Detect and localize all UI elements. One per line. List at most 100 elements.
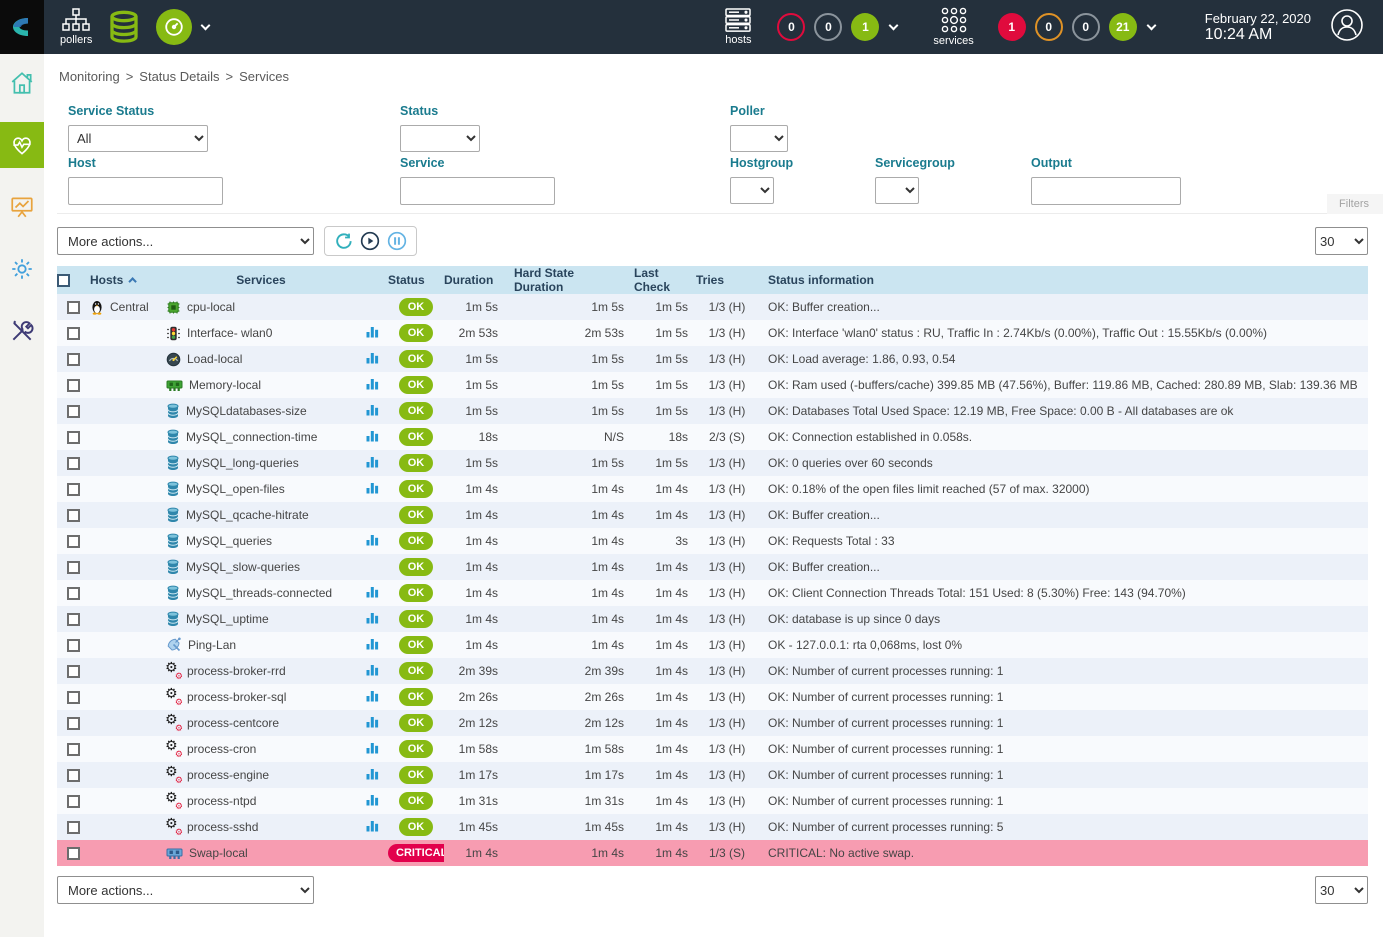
service-name[interactable]: Load-local [187,352,242,366]
graph-icon[interactable] [366,663,379,676]
user-menu-button[interactable] [1329,7,1365,48]
sidebar-item-configuration[interactable] [0,246,44,292]
services-warning-badge[interactable]: 0 [1035,13,1063,41]
row-checkbox[interactable] [67,613,80,626]
row-checkbox[interactable] [67,483,80,496]
service-name[interactable]: MySQL_threads-connected [186,586,332,600]
row-checkbox[interactable] [67,665,80,678]
service-name[interactable]: process-centcore [187,716,279,730]
per-page-select-top[interactable]: 30 [1315,227,1368,255]
row-checkbox[interactable] [67,353,80,366]
service-name[interactable]: MySQL_uptime [186,612,269,626]
poller-select[interactable] [730,125,788,152]
service-name[interactable]: MySQL_connection-time [186,430,317,444]
pause-icon[interactable] [387,231,407,251]
breadcrumb-services[interactable]: Services [239,69,289,84]
header-tries[interactable]: Tries [696,266,758,294]
row-checkbox[interactable] [67,509,80,522]
service-name[interactable]: MySQL_queries [186,534,272,548]
graph-icon[interactable] [366,689,379,702]
more-actions-select-bottom[interactable]: More actions... [57,876,314,904]
graph-icon[interactable] [366,585,379,598]
graph-icon[interactable] [366,429,379,442]
service-name[interactable]: process-broker-sql [187,690,286,704]
service-name[interactable]: MySQL_qcache-hitrate [186,508,309,522]
row-checkbox[interactable] [67,847,80,860]
services-pending-badge[interactable]: 0 [1072,13,1100,41]
select-all-checkbox[interactable] [57,274,70,287]
graph-icon[interactable] [366,611,379,624]
graph-icon[interactable] [366,377,379,390]
more-actions-select-top[interactable]: More actions... [57,227,314,255]
graph-icon[interactable] [366,481,379,494]
graph-icon[interactable] [366,793,379,806]
header-duration[interactable]: Duration [444,266,514,294]
service-name[interactable]: cpu-local [187,300,235,314]
output-input[interactable] [1031,177,1181,205]
graph-icon[interactable] [366,715,379,728]
sidebar-item-home[interactable] [0,60,44,106]
graph-icon[interactable] [366,455,379,468]
service-name[interactable]: Interface- wlan0 [187,326,272,340]
header-last-check[interactable]: Last Check [634,266,696,294]
row-checkbox[interactable] [67,743,80,756]
host-input[interactable] [68,177,223,205]
graph-icon[interactable] [366,403,379,416]
row-checkbox[interactable] [67,561,80,574]
row-checkbox[interactable] [67,431,80,444]
sidebar-item-administration[interactable] [0,308,44,354]
graph-icon[interactable] [366,637,379,650]
sidebar-item-reporting[interactable] [0,184,44,230]
refresh-icon[interactable] [334,232,353,251]
graph-icon[interactable] [366,533,379,546]
header-services[interactable]: Services [166,266,356,294]
pollers-button[interactable]: pollers [60,8,92,46]
service-status-select[interactable]: All [68,125,208,152]
chevron-down-icon[interactable] [889,20,899,30]
row-checkbox[interactable] [67,639,80,652]
row-checkbox[interactable] [67,795,80,808]
chevron-down-icon[interactable] [1146,20,1156,30]
service-name[interactable]: MySQL_open-files [186,482,285,496]
filters-tab[interactable]: Filters [1327,194,1383,214]
service-input[interactable] [400,177,555,205]
play-icon[interactable] [360,231,380,251]
broker-status-button[interactable] [106,9,142,45]
header-hosts[interactable]: Hosts [90,273,123,287]
hosts-pending-badge[interactable]: 0 [814,13,842,41]
row-checkbox[interactable] [67,301,80,314]
hosts-status-button[interactable]: hosts [723,8,753,46]
servicegroup-select[interactable] [875,177,919,204]
status-select[interactable] [400,125,480,152]
graph-icon[interactable] [366,351,379,364]
per-page-select-bottom[interactable]: 30 [1315,876,1368,904]
breadcrumb-monitoring[interactable]: Monitoring [59,69,120,84]
row-checkbox[interactable] [67,691,80,704]
services-critical-badge[interactable]: 1 [998,13,1026,41]
service-name[interactable]: process-engine [187,768,269,782]
service-name[interactable]: process-broker-rrd [187,664,286,678]
service-name[interactable]: MySQLdatabases-size [186,404,307,418]
header-status-information[interactable]: Status information [758,266,1368,294]
graph-icon[interactable] [366,741,379,754]
service-name[interactable]: Ping-Lan [188,638,236,652]
graph-icon[interactable] [366,819,379,832]
row-checkbox[interactable] [67,327,80,340]
service-name[interactable]: MySQL_slow-queries [186,560,300,574]
service-name[interactable]: process-sshd [187,820,258,834]
row-checkbox[interactable] [67,405,80,418]
graph-icon[interactable] [366,767,379,780]
row-checkbox[interactable] [67,535,80,548]
breadcrumb-status-details[interactable]: Status Details [139,69,219,84]
centreon-logo[interactable] [0,0,44,54]
services-ok-badge[interactable]: 21 [1109,13,1137,41]
row-checkbox[interactable] [67,457,80,470]
row-checkbox[interactable] [67,821,80,834]
hosts-up-badge[interactable]: 1 [851,13,879,41]
row-checkbox[interactable] [67,379,80,392]
service-name[interactable]: process-cron [187,742,256,756]
service-name[interactable]: MySQL_long-queries [186,456,299,470]
sidebar-item-monitoring[interactable] [0,122,44,168]
service-name[interactable]: Swap-local [189,846,248,860]
graph-icon[interactable] [366,325,379,338]
